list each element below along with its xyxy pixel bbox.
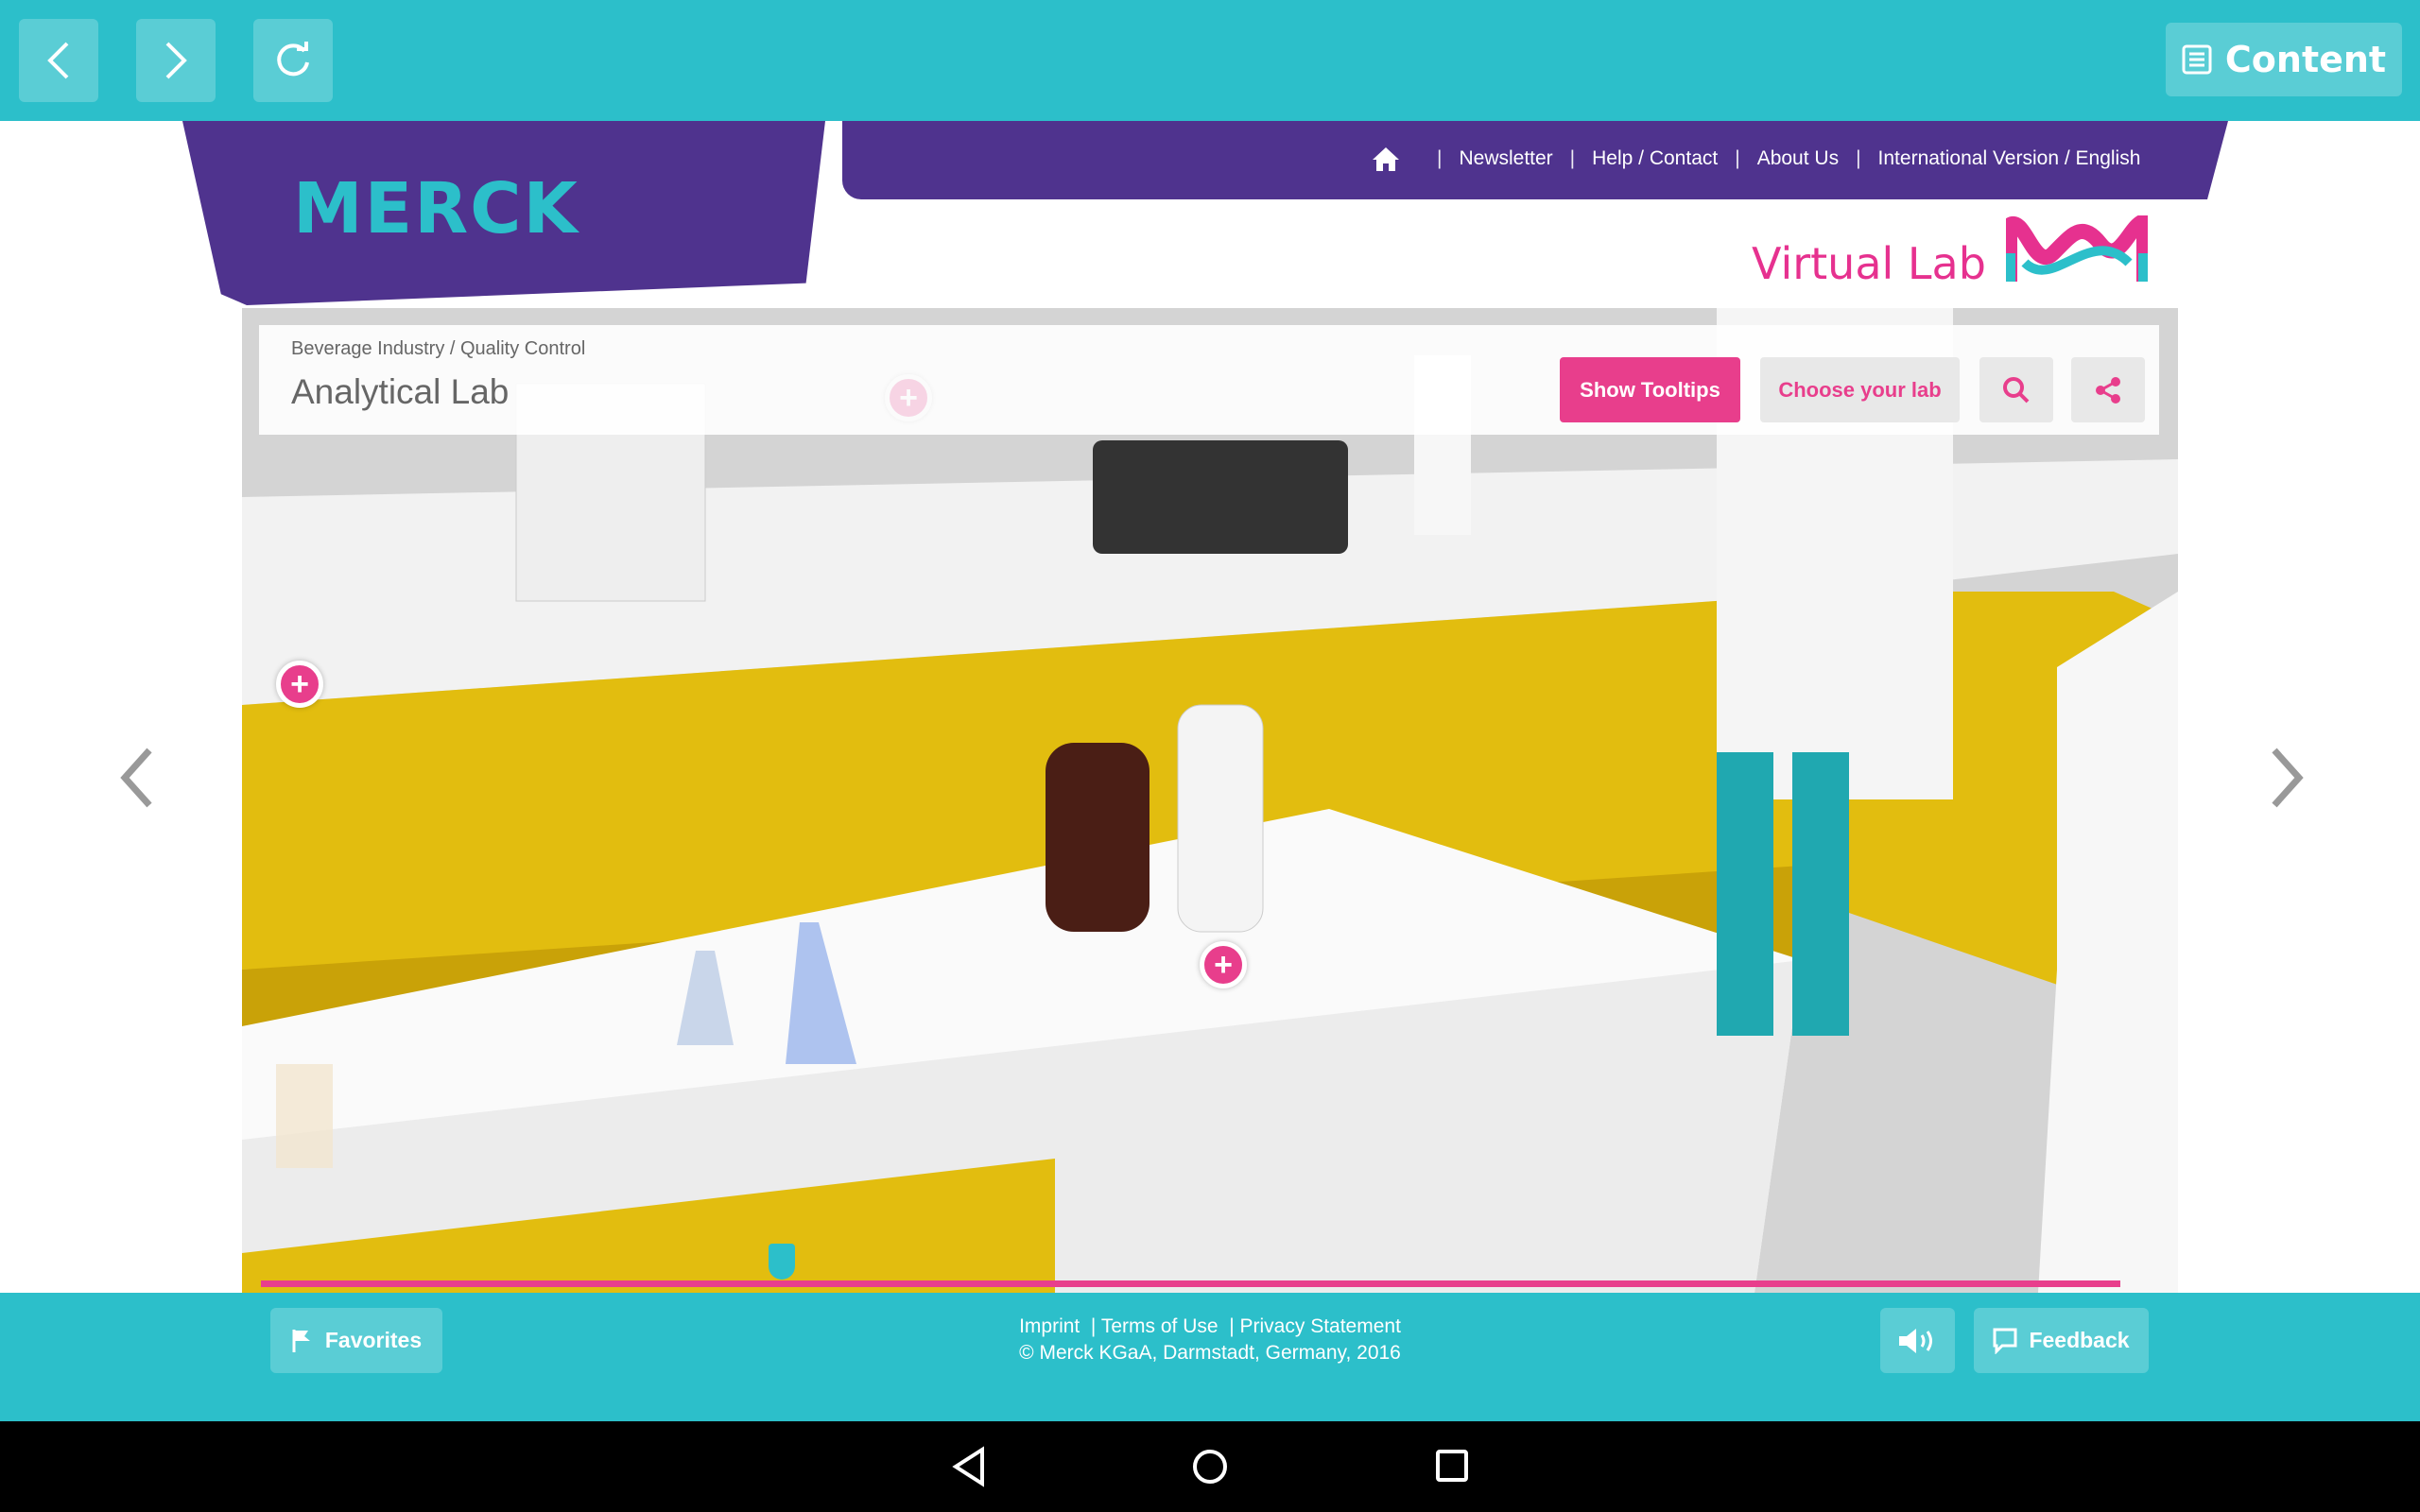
chevron-left-icon <box>47 42 69 79</box>
scene-progress-handle[interactable] <box>768 1244 795 1280</box>
privacy-link[interactable]: Privacy Statement <box>1240 1315 1401 1337</box>
home-icon[interactable] <box>1371 146 1401 172</box>
forward-button[interactable] <box>136 19 216 102</box>
imprint-link[interactable]: Imprint <box>1019 1315 1080 1337</box>
virtual-lab-title: Virtual Lab <box>1752 238 1986 289</box>
nav-newsletter[interactable]: Newsletter <box>1459 147 1552 170</box>
lab-scene[interactable] <box>242 308 2178 1293</box>
scene-next-arrow-icon[interactable] <box>2269 747 2307 809</box>
feedback-label: Feedback <box>2029 1328 2130 1352</box>
terms-link[interactable]: Terms of Use <box>1101 1315 1219 1337</box>
reload-button[interactable] <box>253 19 333 102</box>
back-button[interactable] <box>19 19 98 102</box>
content-button[interactable]: Content <box>2166 23 2402 96</box>
nav-links: | Newsletter | Help / Contact | About Us | I… <box>1371 146 2140 172</box>
breadcrumb[interactable]: Beverage Industry / Quality Control <box>291 338 585 360</box>
search-icon <box>2003 376 2030 403</box>
sound-button[interactable] <box>1880 1308 1955 1373</box>
speaker-icon <box>1898 1328 1932 1353</box>
content-label: Content <box>2224 39 2387 80</box>
top-toolbar <box>0 0 2420 121</box>
hotspot-button[interactable]: + <box>276 661 323 708</box>
share-icon <box>2096 376 2120 404</box>
search-button[interactable] <box>1979 357 2053 422</box>
show-tooltips-button[interactable]: Show Tooltips <box>1560 357 1740 422</box>
merck-logo[interactable]: MERCK <box>293 168 579 249</box>
copyright: © Merck KGaA, Darmstadt, Germany, 2016 <box>1019 1342 1401 1364</box>
favorites-label: Favorites <box>324 1328 423 1352</box>
feedback-button[interactable]: Feedback <box>1974 1308 2149 1373</box>
android-back-icon[interactable] <box>950 1446 988 1487</box>
merck-m-logo <box>2006 215 2148 282</box>
lab-illustration <box>242 308 2178 1293</box>
favorites-button[interactable]: Favorites <box>270 1308 442 1373</box>
android-recents-icon[interactable] <box>1434 1448 1472 1486</box>
scene-prev-arrow-icon[interactable] <box>117 747 155 809</box>
speech-bubble-icon <box>1993 1328 2017 1354</box>
page-title: Analytical Lab <box>291 372 510 411</box>
share-button[interactable] <box>2071 357 2145 422</box>
nav-international[interactable]: International Version / English <box>1878 147 2141 170</box>
nav-about-us[interactable]: About Us <box>1757 147 1839 170</box>
hotspot-button[interactable]: + <box>885 374 932 421</box>
reload-icon <box>277 42 309 77</box>
scene-progress-track[interactable] <box>261 1280 2120 1287</box>
choose-lab-button[interactable]: Choose your lab <box>1760 357 1960 422</box>
chevron-right-icon <box>165 42 187 79</box>
footer-links: Imprint | Terms of Use | Privacy Stateme… <box>926 1314 1494 1366</box>
flag-icon <box>292 1329 310 1352</box>
hotspot-button[interactable]: + <box>1200 941 1247 988</box>
nav-help-contact[interactable]: Help / Contact <box>1592 147 1718 170</box>
list-icon <box>2182 44 2212 75</box>
android-home-icon[interactable] <box>1191 1448 1229 1486</box>
